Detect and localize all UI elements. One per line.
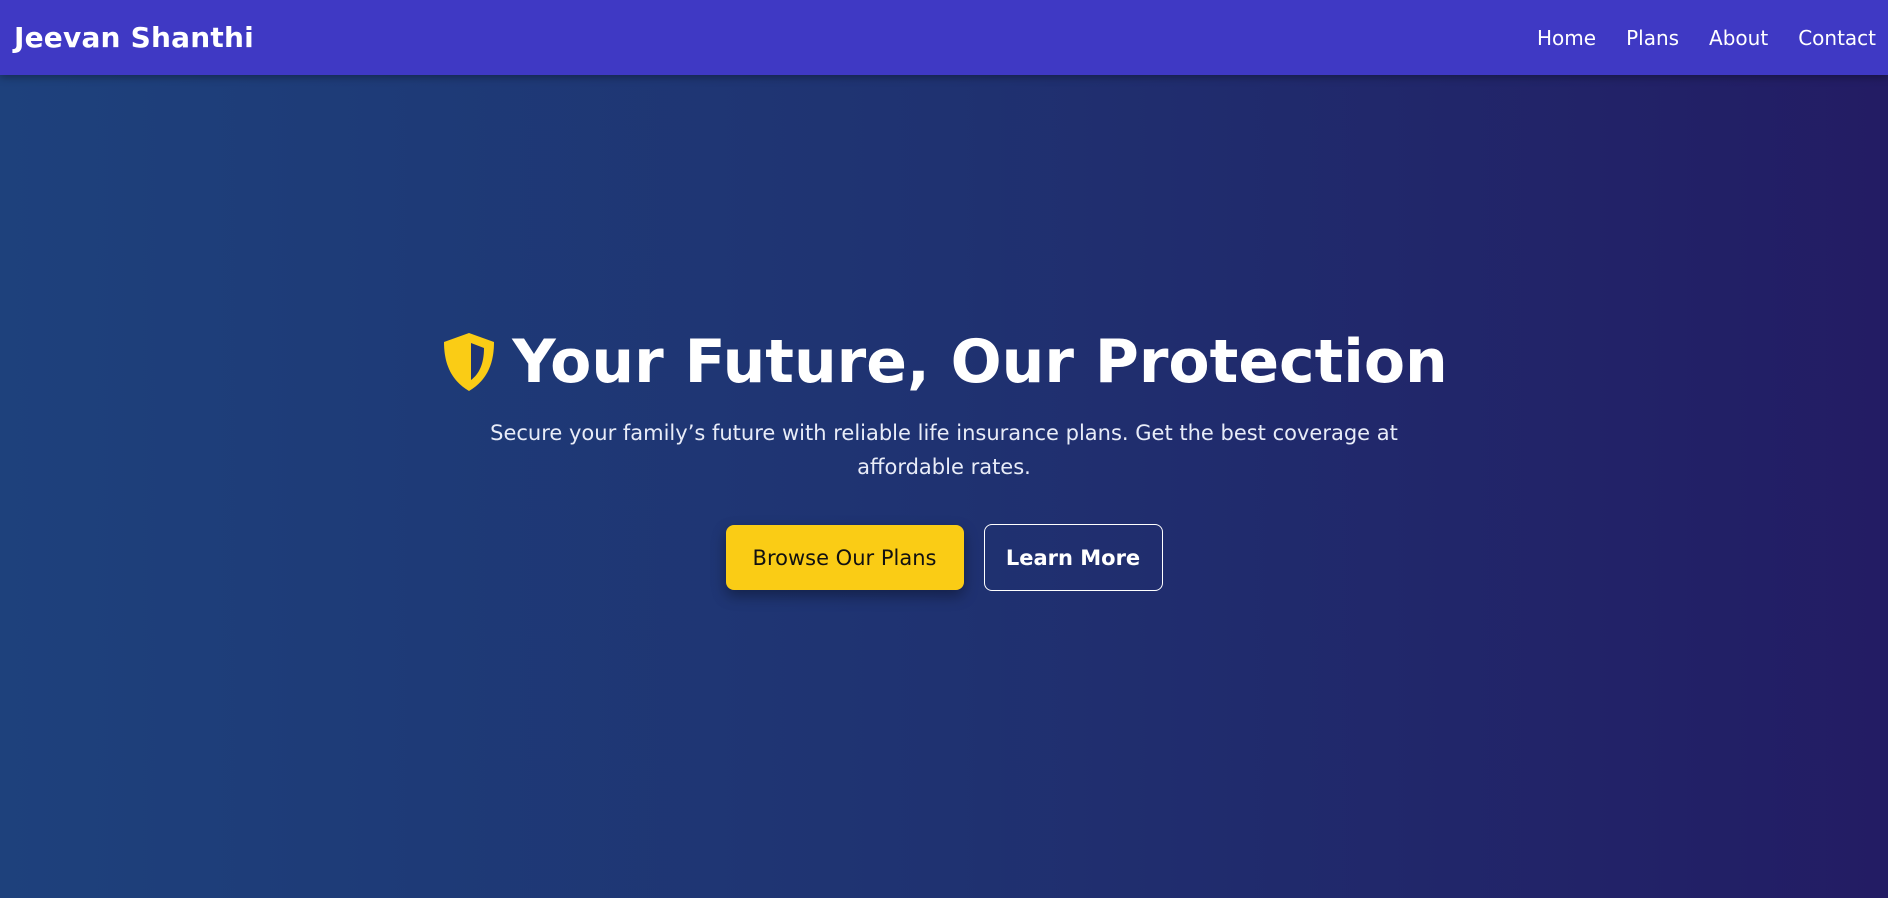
brand-logo-text[interactable]: Jeevan Shanthi (14, 21, 254, 54)
hero-actions: Browse Our Plans Learn More (725, 524, 1163, 591)
hero-subtitle: Secure your family’s future with reliabl… (490, 421, 1398, 479)
browse-plans-button[interactable]: Browse Our Plans (725, 525, 964, 590)
hero-section: Your Future, Our Protection Secure your … (0, 75, 1888, 898)
nav-link-contact[interactable]: Contact (1798, 26, 1876, 50)
nav-link-about[interactable]: About (1709, 26, 1768, 50)
nav-link-home[interactable]: Home (1537, 26, 1596, 50)
nav-link-plans[interactable]: Plans (1626, 26, 1679, 50)
hero-title-row: Your Future, Our Protection (440, 324, 1448, 400)
learn-more-button[interactable]: Learn More (983, 524, 1163, 591)
hero-title: Your Future, Our Protection (512, 327, 1448, 397)
main-navigation: Home Plans About Contact (1537, 26, 1876, 50)
shield-icon (440, 331, 498, 393)
top-navbar: Jeevan Shanthi Home Plans About Contact (0, 0, 1888, 75)
